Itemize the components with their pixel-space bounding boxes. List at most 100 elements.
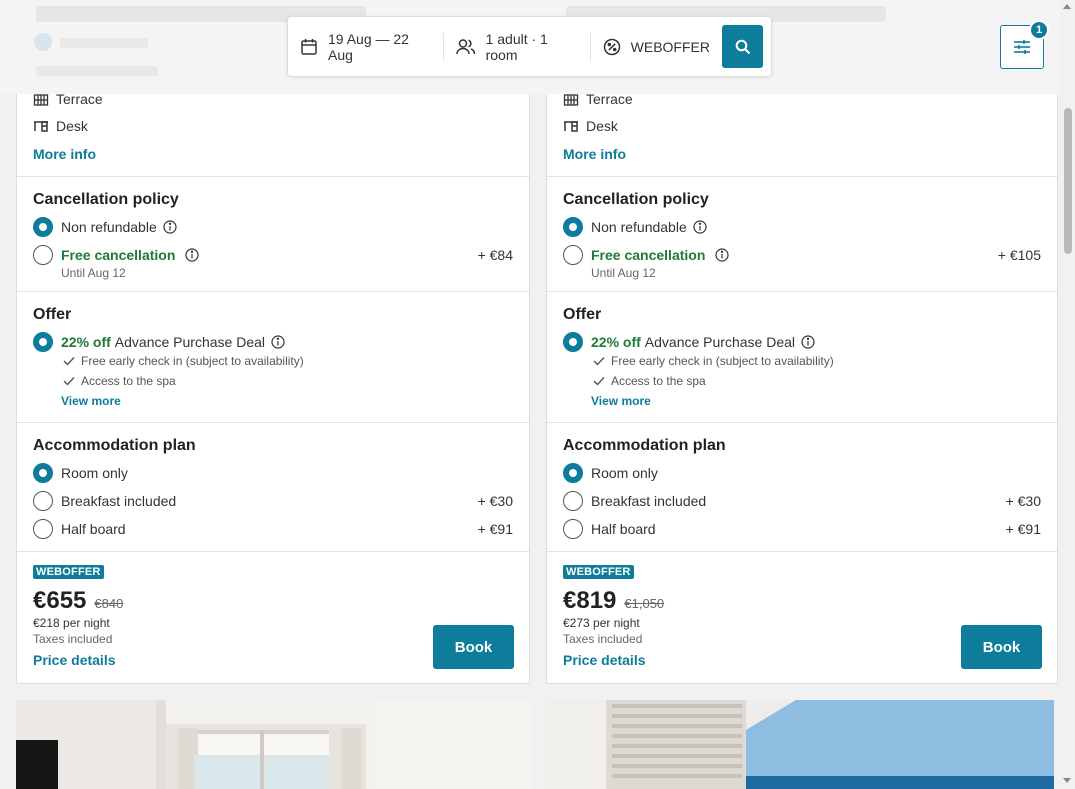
- date-range-text: 19 Aug — 22 Aug: [328, 30, 409, 63]
- plan-option[interactable]: Breakfast included + €30: [563, 490, 1041, 512]
- more-info-link[interactable]: More info: [33, 146, 96, 162]
- radio-selected[interactable]: [563, 332, 583, 352]
- info-icon[interactable]: [271, 335, 285, 349]
- scroll-thumb[interactable]: [1064, 108, 1072, 254]
- option-label: Room only: [61, 465, 128, 481]
- cancellation-option[interactable]: Non refundable: [563, 216, 1041, 238]
- scroll-up-arrow[interactable]: [1063, 4, 1071, 9]
- faded-icon: [34, 33, 52, 51]
- option-label: Non refundable: [61, 219, 157, 235]
- radio-selected[interactable]: [33, 217, 53, 237]
- promo-badge: WEBOFFER: [33, 565, 104, 579]
- room-card: Terrace Desk More info Cancellation poli…: [16, 91, 530, 684]
- cancellation-option[interactable]: Free cancellation + €105: [563, 244, 1041, 266]
- check-icon: [63, 376, 75, 386]
- offer-section: Offer 22% off Advance Purchase Deal Free…: [547, 291, 1057, 423]
- room-photo[interactable]: [16, 700, 530, 789]
- price-value: €655: [33, 587, 87, 614]
- plan-option[interactable]: Room only: [563, 462, 1041, 484]
- offer-section: Offer 22% off Advance Purchase Deal Free…: [17, 291, 529, 423]
- plan-option[interactable]: Half board + €91: [33, 518, 513, 540]
- promo-badge: WEBOFFER: [563, 565, 634, 579]
- option-price: + €30: [1005, 493, 1041, 509]
- room-photo[interactable]: [546, 700, 1054, 789]
- option-price: + €84: [477, 247, 513, 263]
- promo-code-field[interactable]: WEBOFFER: [603, 17, 710, 76]
- benefit-text: Access to the spa: [611, 374, 706, 388]
- offer-benefit: Free early check in (subject to availabi…: [63, 354, 304, 368]
- info-icon[interactable]: [163, 220, 177, 234]
- room-interior-image: [16, 700, 530, 789]
- cancellation-option[interactable]: Non refundable: [33, 216, 513, 238]
- option-label: Free cancellation: [61, 247, 176, 263]
- radio-unselected[interactable]: [33, 491, 53, 511]
- guests-text: 1 adult · 1 room: [485, 30, 548, 63]
- terrace-sea-view-image: [546, 700, 1054, 789]
- pricing-section: WEBOFFER €819 €1,050 €273 per night Taxe…: [547, 551, 1057, 685]
- book-button[interactable]: Book: [433, 625, 514, 669]
- plan-option[interactable]: Half board + €91: [563, 518, 1041, 540]
- price-details-link[interactable]: Price details: [563, 652, 646, 668]
- offer-option[interactable]: 22% off Advance Purchase Deal: [33, 331, 513, 353]
- view-more-link[interactable]: View more: [61, 394, 121, 408]
- cancellation-deadline: Until Aug 12: [61, 266, 126, 280]
- filter-button[interactable]: 1: [1000, 20, 1049, 69]
- divider: [442, 32, 444, 61]
- guests-selector[interactable]: 1 adult · 1 room: [455, 17, 578, 76]
- radio-unselected[interactable]: [33, 519, 53, 539]
- date-selector[interactable]: 19 Aug — 22 Aug: [300, 17, 431, 76]
- section-title: Offer: [563, 306, 602, 323]
- amenity-label: Desk: [56, 118, 88, 134]
- info-icon[interactable]: [715, 248, 729, 262]
- radio-selected[interactable]: [563, 217, 583, 237]
- section-title: Accommodation plan: [563, 437, 726, 454]
- plan-option[interactable]: Room only: [33, 462, 513, 484]
- per-night-price: €273 per night: [563, 616, 640, 630]
- radio-unselected[interactable]: [563, 519, 583, 539]
- radio-selected[interactable]: [563, 463, 583, 483]
- plan-option[interactable]: Breakfast included + €30: [33, 490, 513, 512]
- vertical-scrollbar[interactable]: [1060, 0, 1075, 789]
- radio-selected[interactable]: [33, 332, 53, 352]
- option-label: Room only: [591, 465, 658, 481]
- search-button[interactable]: [722, 25, 763, 68]
- radio-selected[interactable]: [33, 463, 53, 483]
- option-price: + €91: [477, 521, 513, 537]
- benefit-text: Free early check in (subject to availabi…: [611, 354, 834, 368]
- section-title: Accommodation plan: [33, 437, 196, 454]
- offer-discount: 22% off: [591, 334, 641, 350]
- info-icon[interactable]: [801, 335, 815, 349]
- offer-name: Advance Purchase Deal: [114, 334, 265, 350]
- divider: [589, 32, 591, 61]
- percent-icon: [603, 38, 621, 56]
- section-title: Cancellation policy: [563, 191, 709, 208]
- taxes-note: Taxes included: [563, 632, 643, 646]
- taxes-note: Taxes included: [33, 632, 113, 646]
- users-icon: [455, 38, 476, 56]
- price-details-link[interactable]: Price details: [33, 652, 116, 668]
- total-price: €819 €1,050: [563, 587, 664, 615]
- radio-unselected[interactable]: [563, 491, 583, 511]
- amenity-desk: Desk: [563, 118, 618, 134]
- info-icon[interactable]: [693, 220, 707, 234]
- offer-benefit: Access to the spa: [593, 374, 706, 388]
- scroll-down-arrow[interactable]: [1063, 778, 1071, 783]
- section-title: Offer: [33, 306, 72, 323]
- cancellation-section: Cancellation policy Non refundable Free …: [17, 176, 529, 292]
- view-more-link[interactable]: View more: [591, 394, 651, 408]
- option-price: + €30: [477, 493, 513, 509]
- check-icon: [63, 356, 75, 366]
- radio-unselected[interactable]: [33, 245, 53, 265]
- offer-benefit: Access to the spa: [63, 374, 176, 388]
- benefit-text: Access to the spa: [81, 374, 176, 388]
- cancellation-section: Cancellation policy Non refundable Free …: [547, 176, 1057, 292]
- offer-option[interactable]: 22% off Advance Purchase Deal: [563, 331, 1041, 353]
- book-button[interactable]: Book: [961, 625, 1042, 669]
- top-sticky-bar: 19 Aug — 22 Aug 1 adult · 1 room WEBOFFE…: [0, 0, 1060, 94]
- option-price: + €105: [997, 247, 1041, 263]
- cancellation-option[interactable]: Free cancellation + €84: [33, 244, 513, 266]
- radio-unselected[interactable]: [563, 245, 583, 265]
- more-info-link[interactable]: More info: [563, 146, 626, 162]
- old-price: €1,050: [624, 596, 665, 611]
- info-icon[interactable]: [185, 248, 199, 262]
